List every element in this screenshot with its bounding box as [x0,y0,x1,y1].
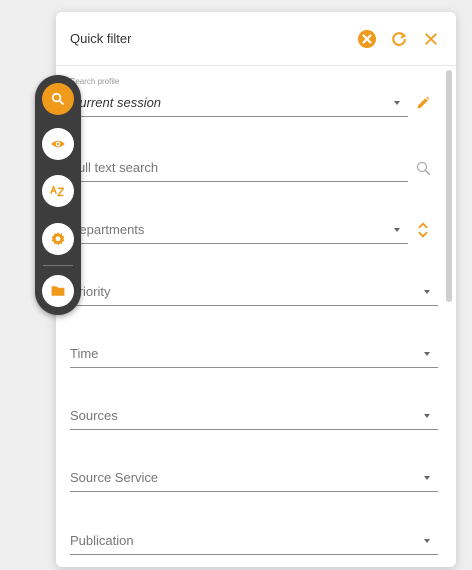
priority-select[interactable]: Priority [70,278,438,306]
time-select[interactable]: Time [70,340,438,368]
toolbar-search-button[interactable] [42,83,74,115]
publication-placeholder: Publication [70,533,134,548]
panel-header: Quick filter [56,12,456,66]
priority-field: Priority [70,278,438,306]
up-down-chevron-icon [418,222,428,238]
chevron-down-icon [424,413,430,418]
departments-select[interactable]: Departments [70,216,408,244]
edit-profile-button[interactable] [408,95,438,111]
sort-az-icon [50,185,65,197]
pencil-icon [417,96,430,109]
search-icon [51,92,64,105]
time-field: Time [70,340,438,368]
close-button[interactable] [418,26,444,52]
panel-title: Quick filter [70,31,132,46]
clear-button[interactable] [354,26,380,52]
chevron-down-icon [424,475,430,480]
time-placeholder: Time [70,346,99,361]
search-profile-field: Search profile Current session [70,77,438,117]
source-service-field: Source Service [70,464,438,492]
search-profile-select[interactable]: Current session [70,89,408,117]
chevron-down-icon [424,538,430,543]
eye-icon [51,140,65,148]
publication-select[interactable]: Publication [70,527,438,555]
chevron-down-icon [424,351,430,356]
departments-field: Departments [70,216,438,244]
priority-placeholder: Priority [70,284,111,299]
folder-icon [51,286,65,296]
scrollbar[interactable] [446,70,452,302]
toolbar-settings-button[interactable] [42,223,74,255]
clear-circle-icon [358,29,376,48]
sources-placeholder: Sources [70,408,118,423]
toolbar-view-button[interactable] [42,128,74,160]
refresh-icon [392,31,406,46]
chevron-down-icon [424,289,430,294]
source-service-select[interactable]: Source Service [70,464,438,492]
chevron-down-icon [394,227,400,232]
side-toolbar [35,75,81,315]
departments-placeholder: Departments [70,222,145,237]
gear-icon [51,232,65,246]
full-text-search-field: Full text search [70,154,438,182]
search-button[interactable] [408,161,438,176]
sources-select[interactable]: Sources [70,402,438,430]
refresh-button[interactable] [386,26,412,52]
search-profile-label: Search profile [70,77,120,86]
full-text-search-placeholder: Full text search [70,160,159,175]
search-profile-value: Current session [70,95,162,110]
toolbar-sort-button[interactable] [42,175,74,207]
search-icon [416,161,430,175]
departments-sort-button[interactable] [408,221,438,239]
full-text-search-input[interactable]: Full text search [70,154,408,182]
chevron-down-icon [394,100,400,105]
toolbar-folder-button[interactable] [42,275,74,307]
source-service-placeholder: Source Service [70,470,159,485]
publication-field: Publication [70,527,438,555]
sources-field: Sources [70,402,438,430]
quick-filter-panel: Quick filter Search profile Current sess… [56,12,456,567]
toolbar-divider [43,265,73,266]
close-icon [425,32,437,45]
